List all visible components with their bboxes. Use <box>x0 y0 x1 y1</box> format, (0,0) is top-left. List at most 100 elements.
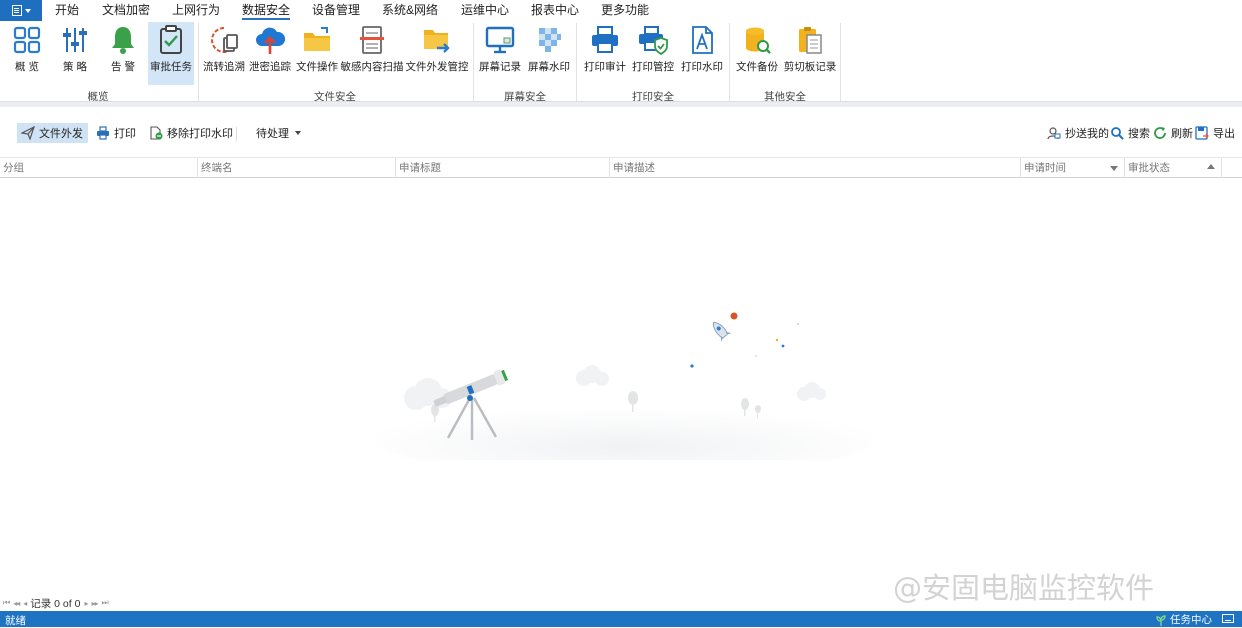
sort-asc-icon[interactable] <box>1207 164 1215 169</box>
document-icon <box>11 5 22 16</box>
pager: ⏮ ◂◂ ◂ 记录 0 of 0 ▸ ▸▸ ⏭ <box>0 596 109 610</box>
sensitive-scan-button[interactable]: 敏感内容扫描 <box>340 22 404 84</box>
group-separator <box>473 23 474 101</box>
prev-page-icon[interactable]: ◂◂ <box>13 599 20 608</box>
file-ops-label: 文件操作 <box>296 61 338 73</box>
approval-task-button[interactable]: 审批任务 <box>148 22 194 85</box>
group-separator <box>840 23 841 101</box>
pending-dropdown[interactable]: 待处理 <box>252 123 305 143</box>
chevron-down-icon <box>295 131 301 135</box>
minimize-panel-icon[interactable] <box>1222 614 1234 623</box>
column-label: 分组 <box>3 162 24 174</box>
first-page-icon[interactable]: ⏮ <box>3 598 10 608</box>
clipboard-log-label: 剪切板记录 <box>783 61 837 73</box>
column-header-terminal[interactable]: 终端名 <box>198 158 396 178</box>
search-button[interactable]: 搜索 <box>1106 123 1154 143</box>
save-export-icon <box>1195 126 1209 140</box>
leak-trace-button[interactable]: 泄密追踪 <box>248 22 292 84</box>
refresh-button[interactable]: 刷新 <box>1149 123 1197 143</box>
folder-send-icon <box>424 30 450 53</box>
search-label: 搜索 <box>1128 128 1150 140</box>
next-page-icon[interactable]: ▸▸ <box>91 599 98 608</box>
file-backup-button[interactable]: 文件备份 <box>735 22 779 84</box>
chevron-down-icon <box>24 8 31 13</box>
file-send-ctrl-label: 文件外发管控 <box>405 61 469 73</box>
column-header-description[interactable]: 申请描述 <box>610 158 1021 178</box>
file-ops-button[interactable]: 文件操作 <box>296 22 338 84</box>
ribbon: 概 览 策 略 告 警 审批任务 概览 流转追溯 泄密追踪 文件操作 敏感内容扫… <box>0 21 1242 103</box>
status-text: 就绪 <box>5 615 26 627</box>
pending-label: 待处理 <box>256 128 289 140</box>
menu-tab-internet-behavior[interactable]: 上网行为 <box>172 2 220 20</box>
search-icon <box>1111 127 1124 140</box>
group-separator <box>729 23 730 101</box>
group-separator <box>576 23 577 101</box>
next-icon[interactable]: ▸ <box>84 599 88 608</box>
monitor-icon <box>485 26 515 54</box>
app-menu-button[interactable] <box>0 0 42 21</box>
export-button[interactable]: 导出 <box>1191 123 1239 143</box>
group-separator <box>198 23 199 101</box>
cc-me-button[interactable]: 抄送我的 <box>1043 123 1113 143</box>
print-ctrl-button[interactable]: 打印管控 <box>631 22 675 84</box>
clipboard-check-icon <box>160 25 182 54</box>
leak-trace-label: 泄密追踪 <box>249 61 291 73</box>
column-header-status[interactable]: 审批状态 <box>1125 158 1222 178</box>
menu-tab-system-network[interactable]: 系统&网络 <box>382 2 438 20</box>
send-icon <box>21 126 35 140</box>
flow-trace-button[interactable]: 流转追溯 <box>202 22 246 84</box>
column-header-time[interactable]: 申请时间 <box>1021 158 1125 178</box>
menu-tab-ops-center[interactable]: 运维中心 <box>461 2 509 20</box>
screen-record-button[interactable]: 屏幕记录 <box>478 22 522 84</box>
alert-button[interactable]: 告 警 <box>102 22 144 84</box>
policy-label: 策 略 <box>63 61 87 73</box>
task-center-button[interactable]: 任务中心 <box>1155 612 1212 627</box>
last-page-icon[interactable]: ⏭ <box>102 598 109 608</box>
menu-tab-report-center[interactable]: 报表中心 <box>531 2 579 20</box>
column-label: 申请标题 <box>399 162 441 174</box>
menu-tab-more[interactable]: 更多功能 <box>601 2 649 20</box>
print-button[interactable]: 打印 <box>92 123 140 143</box>
prev-icon[interactable]: ◂ <box>23 599 27 608</box>
clipboard-log-button[interactable]: 剪切板记录 <box>783 22 837 84</box>
grid-header: 分组 终端名 申请标题 申请描述 申请时间 审批状态 <box>0 157 1242 178</box>
menu-bar: 开始 文档加密 上网行为 数据安全 设备管理 系统&网络 运维中心 报表中心 更… <box>0 0 1242 21</box>
database-search-icon <box>746 27 771 54</box>
column-header-title[interactable]: 申请标题 <box>396 158 610 178</box>
print-ctrl-label: 打印管控 <box>632 61 674 73</box>
menu-tab-doc-encrypt[interactable]: 文档加密 <box>102 2 150 20</box>
print-watermark-label: 打印水印 <box>681 61 723 73</box>
watermark: @安固电脑监控软件 <box>893 571 1155 605</box>
screen-watermark-button[interactable]: 屏幕水印 <box>527 22 571 84</box>
sensitive-scan-label: 敏感内容扫描 <box>340 61 404 73</box>
ribbon-divider <box>0 101 1242 107</box>
print-watermark-button[interactable]: 打印水印 <box>680 22 724 84</box>
remove-print-watermark-button[interactable]: 移除打印水印 <box>145 123 237 143</box>
column-label: 终端名 <box>201 162 233 174</box>
menu-tab-data-security[interactable]: 数据安全 <box>242 2 291 20</box>
menu-tab-device-mgmt[interactable]: 设备管理 <box>312 2 360 20</box>
screen-watermark-label: 屏幕水印 <box>528 61 570 73</box>
record-count: 记录 0 of 0 <box>30 597 81 610</box>
column-header-group[interactable]: 分组 <box>0 158 198 178</box>
document-scan-icon <box>360 26 384 54</box>
alert-label: 告 警 <box>111 61 135 73</box>
print-label: 打印 <box>114 128 136 140</box>
status-bar: 就绪 任务中心 <box>0 611 1242 627</box>
printer-icon <box>592 26 618 53</box>
grid-icon <box>13 26 41 54</box>
policy-button[interactable]: 策 略 <box>54 22 96 84</box>
toolbar: 文件外发 打印 移除打印水印 待处理 抄送我的 搜索 刷新 导出 <box>0 118 1242 148</box>
document-letter-icon <box>692 26 713 54</box>
file-backup-label: 文件备份 <box>736 61 778 73</box>
file-send-ctrl-button[interactable]: 文件外发管控 <box>405 22 469 84</box>
plant-icon <box>1156 614 1166 626</box>
overview-button[interactable]: 概 览 <box>6 22 48 84</box>
menu-tab-start[interactable]: 开始 <box>55 2 79 20</box>
bell-icon <box>112 27 134 54</box>
file-send-button[interactable]: 文件外发 <box>17 123 88 143</box>
print-audit-button[interactable]: 打印审计 <box>583 22 627 84</box>
sort-desc-icon[interactable] <box>1110 166 1118 171</box>
task-center-label: 任务中心 <box>1170 614 1212 626</box>
trace-icon <box>211 27 238 53</box>
